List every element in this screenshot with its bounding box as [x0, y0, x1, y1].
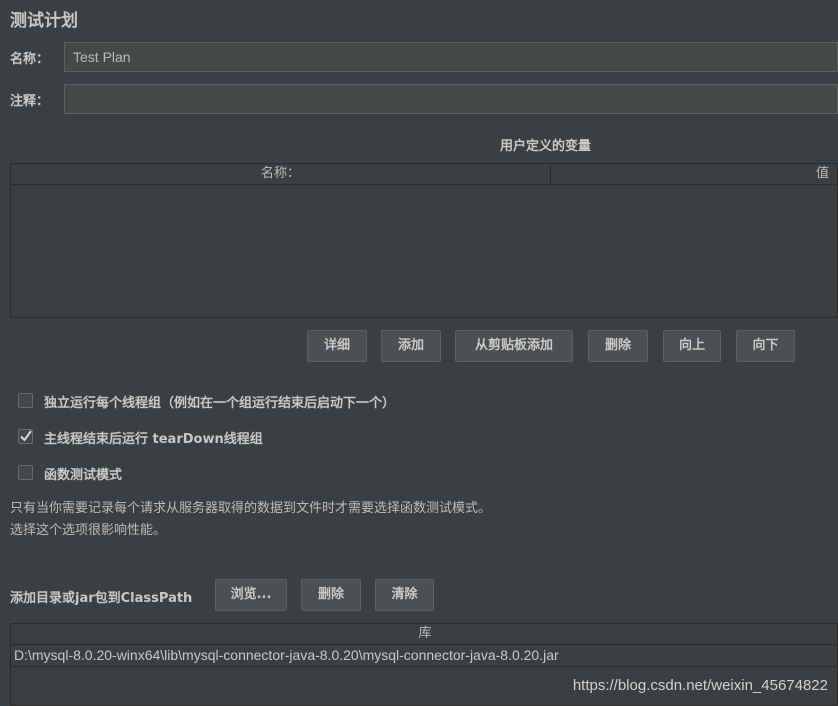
table-row[interactable]: D:\mysql-8.0.20-winx64\lib\mysql-connect…: [11, 645, 838, 667]
classpath-delete-button[interactable]: 删除: [301, 579, 361, 611]
teardown-label: 主线程结束后运行 tearDown线程组: [44, 432, 263, 447]
move-up-button[interactable]: 向上: [663, 330, 721, 362]
column-header-library[interactable]: 库: [11, 624, 838, 644]
detail-button[interactable]: 详细: [307, 330, 367, 362]
panel-title: 测试计划: [10, 11, 78, 31]
move-down-button[interactable]: 向下: [736, 330, 795, 362]
name-label: 名称：: [10, 52, 50, 67]
user-vars-header: 名称： 值: [11, 164, 837, 185]
comment-label: 注释：: [10, 94, 50, 109]
performance-note: 选择这个选项很影响性能。: [10, 523, 167, 538]
teardown-checkbox[interactable]: [18, 429, 33, 444]
comment-field[interactable]: [64, 84, 838, 114]
column-header-name[interactable]: 名称：: [11, 164, 551, 184]
classpath-entry: D:\mysql-8.0.20-winx64\lib\mysql-connect…: [14, 647, 559, 663]
column-header-value[interactable]: 值: [551, 164, 838, 184]
user-vars-title: 用户定义的变量: [500, 139, 592, 154]
classpath-clear-button[interactable]: 清除: [375, 579, 434, 611]
browse-button[interactable]: 浏览...: [215, 579, 287, 611]
classpath-header: 库: [11, 624, 837, 645]
name-field[interactable]: [64, 42, 838, 72]
functional-mode-label: 函数测试模式: [44, 468, 123, 483]
add-from-clipboard-button[interactable]: 从剪贴板添加: [455, 330, 573, 362]
independent-threads-label: 独立运行每个线程组（例如在一个组运行结束后启动下一个）: [44, 396, 396, 411]
functional-mode-checkbox[interactable]: [18, 465, 33, 480]
delete-button[interactable]: 删除: [588, 330, 648, 362]
classpath-label: 添加目录或jar包到ClassPath: [10, 591, 193, 606]
add-button[interactable]: 添加: [381, 330, 441, 362]
independent-threads-checkbox[interactable]: [18, 393, 33, 408]
check-icon: [20, 430, 32, 442]
watermark: https://blog.csdn.net/weixin_45674822: [572, 677, 828, 694]
user-vars-table[interactable]: 名称： 值: [10, 163, 838, 318]
functional-mode-note: 只有当你需要记录每个请求从服务器取得的数据到文件时才需要选择函数测试模式。: [10, 501, 492, 516]
